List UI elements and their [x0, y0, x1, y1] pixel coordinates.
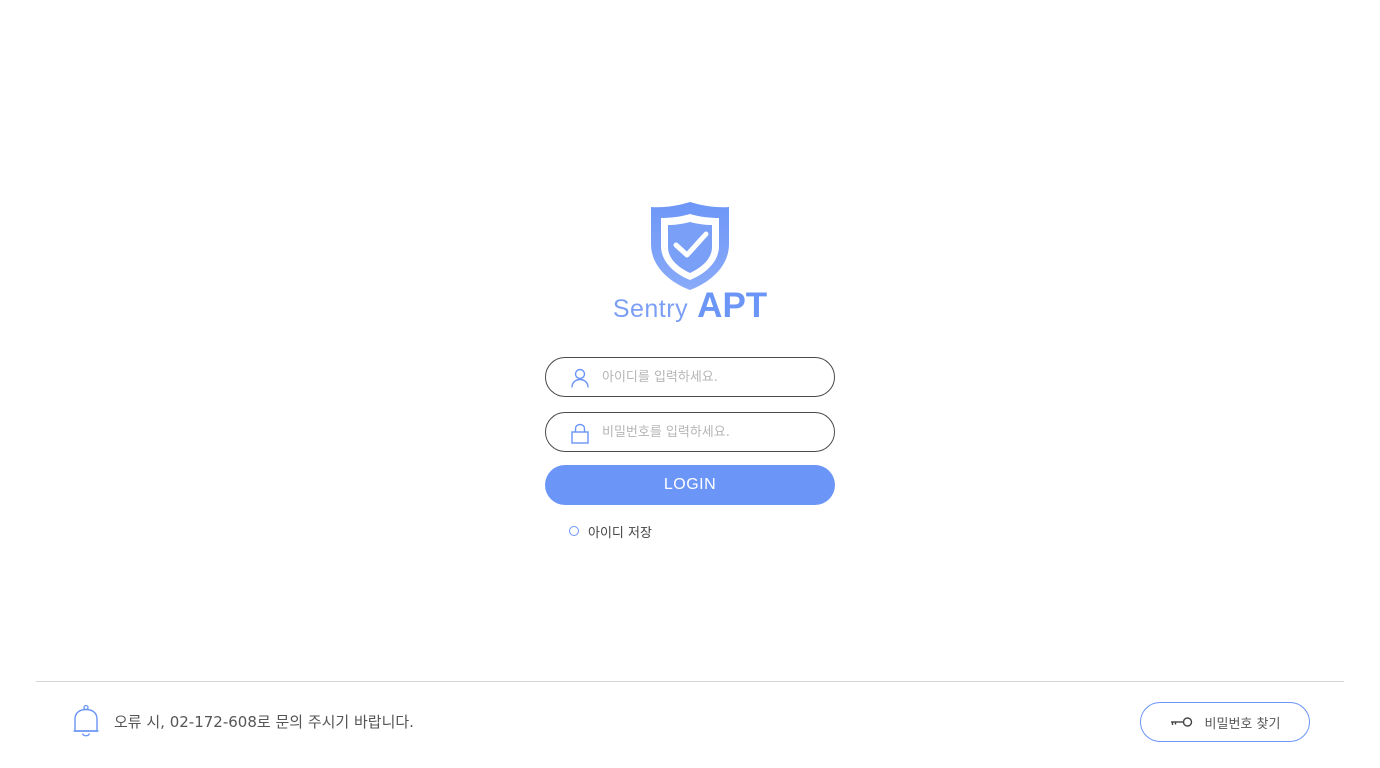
lock-icon	[571, 423, 589, 444]
password-input[interactable]	[602, 421, 817, 443]
password-field[interactable]	[545, 412, 835, 452]
login-page: Sentry APT LOGIN 아이디 저장 오류 시, 02-172-608…	[0, 0, 1380, 768]
brand-wordmark: Sentry APT	[540, 286, 840, 326]
remember-id-label: 아이디 저장	[588, 525, 652, 541]
support-notice: 오류 시, 02-172-608로 문의 주시기 바랍니다.	[72, 704, 414, 738]
user-icon	[571, 368, 589, 388]
id-field[interactable]	[545, 357, 835, 397]
footer-divider	[36, 681, 1344, 682]
key-icon	[1170, 717, 1192, 727]
brand-name: Sentry	[612, 295, 689, 323]
shield-check-icon	[651, 202, 729, 290]
remember-id-radio[interactable]	[569, 526, 579, 536]
bell-icon	[73, 704, 99, 737]
find-password-button[interactable]: 비밀번호 찾기	[1140, 702, 1310, 742]
remember-id-option[interactable]: 아이디 저장	[569, 521, 652, 541]
support-notice-text: 오류 시, 02-172-608로 문의 주시기 바랍니다.	[114, 712, 414, 731]
brand-product: APT	[697, 286, 768, 325]
login-button[interactable]: LOGIN	[545, 465, 835, 505]
id-input[interactable]	[602, 366, 817, 388]
find-password-label: 비밀번호 찾기	[1204, 716, 1281, 732]
